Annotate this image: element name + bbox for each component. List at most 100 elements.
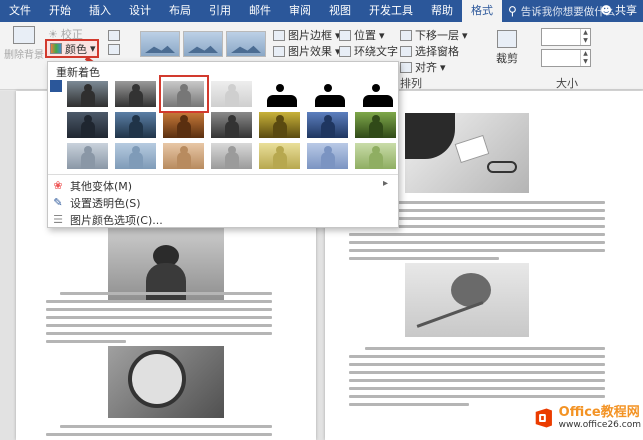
picture-border-button[interactable]: 图片边框 ▾ — [273, 27, 341, 43]
recolor-swatch[interactable] — [210, 142, 253, 170]
recolor-swatch[interactable] — [66, 111, 109, 139]
photo-carnation[interactable] — [405, 263, 529, 337]
recolor-swatch[interactable] — [258, 142, 301, 170]
position-icon — [339, 29, 351, 41]
swatch-figure-body — [81, 121, 95, 138]
recolor-swatch[interactable] — [258, 80, 301, 108]
text-line — [46, 324, 272, 327]
recolor-swatch[interactable] — [162, 111, 205, 139]
send-backward-button[interactable]: 下移一层 ▾ — [400, 27, 468, 43]
tab-developer[interactable]: 开发工具 — [360, 0, 422, 22]
send-backward-label: 下移一层 — [415, 29, 459, 42]
set-transparent-item[interactable]: ✎ 设置透明色(S) — [52, 195, 394, 211]
picture-effects-icon — [273, 45, 285, 57]
recolor-swatch[interactable] — [114, 142, 157, 170]
recolor-swatch[interactable] — [354, 142, 397, 170]
tab-insert[interactable]: 插入 — [80, 0, 120, 22]
text-line — [349, 257, 499, 260]
recolor-swatch[interactable] — [162, 142, 205, 170]
height-spinner[interactable]: ▲ ▼ — [580, 29, 590, 45]
tab-layout[interactable]: 布局 — [160, 0, 200, 22]
width-input[interactable]: ▲ ▼ — [541, 49, 591, 67]
swatch-figure-body — [81, 152, 95, 169]
color-options-icon: ☰ — [53, 213, 63, 226]
tab-file[interactable]: 文件 — [0, 0, 40, 22]
recolor-swatch[interactable] — [258, 111, 301, 139]
crop-button[interactable]: 裁剪 — [496, 30, 518, 66]
picture-effects-button[interactable]: 图片效果 ▾ — [273, 43, 341, 59]
recolor-section-icon — [50, 80, 62, 92]
tab-references[interactable]: 引用 — [200, 0, 240, 22]
more-variations-item[interactable]: ❀ 其他变体(M) ▸ — [52, 178, 394, 194]
text-line — [46, 332, 272, 335]
recolor-swatch[interactable] — [210, 80, 253, 108]
text-line — [349, 395, 605, 398]
swatch-figure-body — [369, 121, 383, 138]
recolor-swatch[interactable] — [66, 142, 109, 170]
photo-desk[interactable] — [405, 113, 529, 193]
picture-border-label: 图片边框 — [288, 29, 332, 42]
text-line — [349, 241, 605, 244]
align-icon — [400, 61, 412, 73]
swatch-figure-body — [129, 90, 143, 107]
compress-pictures-button[interactable] — [108, 30, 120, 41]
tab-help[interactable]: 帮助 — [422, 0, 462, 22]
tab-view[interactable]: 视图 — [320, 0, 360, 22]
text-line — [349, 363, 605, 366]
crop-icon — [497, 30, 517, 48]
picture-style-thumb-2[interactable] — [183, 31, 223, 57]
share-button[interactable]: ☻ 共享 — [601, 0, 637, 22]
tab-review[interactable]: 审阅 — [280, 0, 320, 22]
photo-hat-girl[interactable] — [108, 223, 224, 303]
color-icon — [50, 43, 62, 54]
tab-design[interactable]: 设计 — [120, 0, 160, 22]
photo-watch[interactable] — [108, 346, 224, 418]
text-line — [349, 355, 605, 358]
remove-background-button[interactable]: 删除背景 — [4, 26, 44, 61]
tab-format[interactable]: 格式 — [462, 0, 502, 22]
position-label: 位置 — [354, 29, 376, 42]
selection-pane-button[interactable]: 选择窗格 — [400, 43, 459, 59]
tab-home[interactable]: 开始 — [40, 0, 80, 22]
picture-color-options-label: 图片颜色选项(C)... — [70, 214, 163, 227]
recolor-swatch[interactable] — [306, 80, 349, 108]
picture-style-thumb-3[interactable] — [226, 31, 266, 57]
recolor-swatch[interactable] — [114, 111, 157, 139]
share-label: 共享 — [615, 4, 637, 17]
send-backward-icon — [400, 29, 412, 41]
align-button[interactable]: 对齐 ▾ — [400, 59, 446, 75]
wrap-text-button[interactable]: 环绕文字▾ — [339, 43, 407, 59]
text-line — [365, 347, 605, 350]
swatch-figure-body — [225, 121, 239, 138]
swatch-figure-body — [273, 152, 287, 169]
watermark-url: www.office26.com — [558, 420, 641, 430]
tab-mailings[interactable]: 邮件 — [240, 0, 280, 22]
chevron-right-icon: ▸ — [382, 178, 388, 189]
position-button[interactable]: 位置 ▾ — [339, 27, 385, 43]
recolor-swatch[interactable] — [114, 80, 157, 108]
swatch-figure-body — [225, 90, 239, 107]
recolor-swatch[interactable] — [306, 111, 349, 139]
swatch-figure-head — [324, 84, 332, 92]
wrap-text-label: 环绕文字 — [354, 45, 398, 58]
picture-color-options-item[interactable]: ☰ 图片颜色选项(C)... — [52, 212, 394, 228]
picture-style-thumb-1[interactable] — [140, 31, 180, 57]
recolor-swatch[interactable] — [354, 111, 397, 139]
remove-background-label: 删除背景 — [4, 50, 44, 61]
width-spinner[interactable]: ▲ ▼ — [580, 50, 590, 66]
set-transparent-label: 设置透明色(S) — [70, 197, 141, 210]
recolor-swatch[interactable] — [306, 142, 349, 170]
recolor-swatch[interactable] — [66, 80, 109, 108]
lightbulb-icon: ⚲ — [508, 4, 517, 18]
recolor-title: 重新着色 — [56, 66, 100, 79]
recolor-swatch[interactable] — [354, 80, 397, 108]
selection-pane-icon — [400, 45, 412, 57]
recolor-swatch[interactable] — [210, 111, 253, 139]
selection-pane-label: 选择窗格 — [415, 45, 459, 58]
height-input[interactable]: ▲ ▼ — [541, 28, 591, 46]
text-line — [349, 387, 605, 390]
text-line — [46, 340, 126, 343]
swatch-figure-body — [177, 152, 191, 169]
text-line — [46, 308, 272, 311]
tell-me-box[interactable]: ⚲ 告诉我你想要做什么 — [508, 4, 615, 19]
